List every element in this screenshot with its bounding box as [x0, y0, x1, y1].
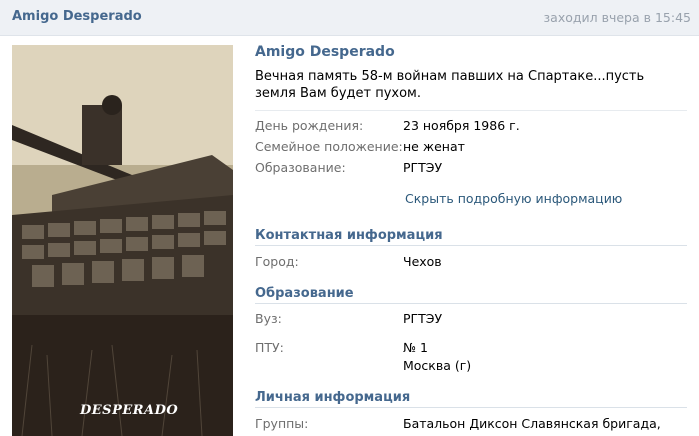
ptu-city[interactable]: Москва (г): [403, 358, 471, 373]
uni-value[interactable]: РГТЭУ: [403, 311, 442, 326]
uni-label: Вуз:: [255, 311, 282, 326]
personal-section-title: Личная информация: [255, 390, 687, 408]
city-label: Город:: [255, 254, 299, 269]
groups-value[interactable]: Батальон Диксон Славянская бригада,: [403, 416, 661, 431]
education-section-title: Образование: [255, 286, 687, 304]
contact-section-title: Контактная информация: [255, 228, 687, 246]
profile-photo[interactable]: DESPERADO: [12, 45, 233, 436]
profile-header-bar: Amigo Desperado заходил вчера в 15:45: [0, 0, 699, 36]
last-seen-status: заходил вчера в 15:45: [543, 10, 691, 25]
profile-name: Amigo Desperado: [255, 44, 395, 60]
family-value[interactable]: не женат: [403, 139, 465, 154]
status-text: Вечная память 58-м войнам павших на Спар…: [255, 69, 645, 101]
hide-details-link[interactable]: Скрыть подробную информацию: [405, 191, 622, 206]
ptu-value[interactable]: № 1: [403, 340, 428, 355]
education-value[interactable]: РГТЭУ: [403, 160, 442, 175]
ptu-label: ПТУ:: [255, 340, 284, 355]
header-profile-name[interactable]: Amigo Desperado: [12, 9, 142, 24]
city-value[interactable]: Чехов: [403, 254, 442, 269]
education-label: Образование:: [255, 160, 346, 175]
birthday-value[interactable]: 23 ноября 1986 г.: [403, 118, 520, 133]
groups-label: Группы:: [255, 416, 309, 431]
tank-image: [12, 45, 233, 436]
family-label: Семейное положение:: [255, 139, 403, 154]
divider: [255, 110, 687, 111]
photo-caption: DESPERADO: [80, 403, 179, 418]
birthday-label: День рождения:: [255, 118, 364, 133]
